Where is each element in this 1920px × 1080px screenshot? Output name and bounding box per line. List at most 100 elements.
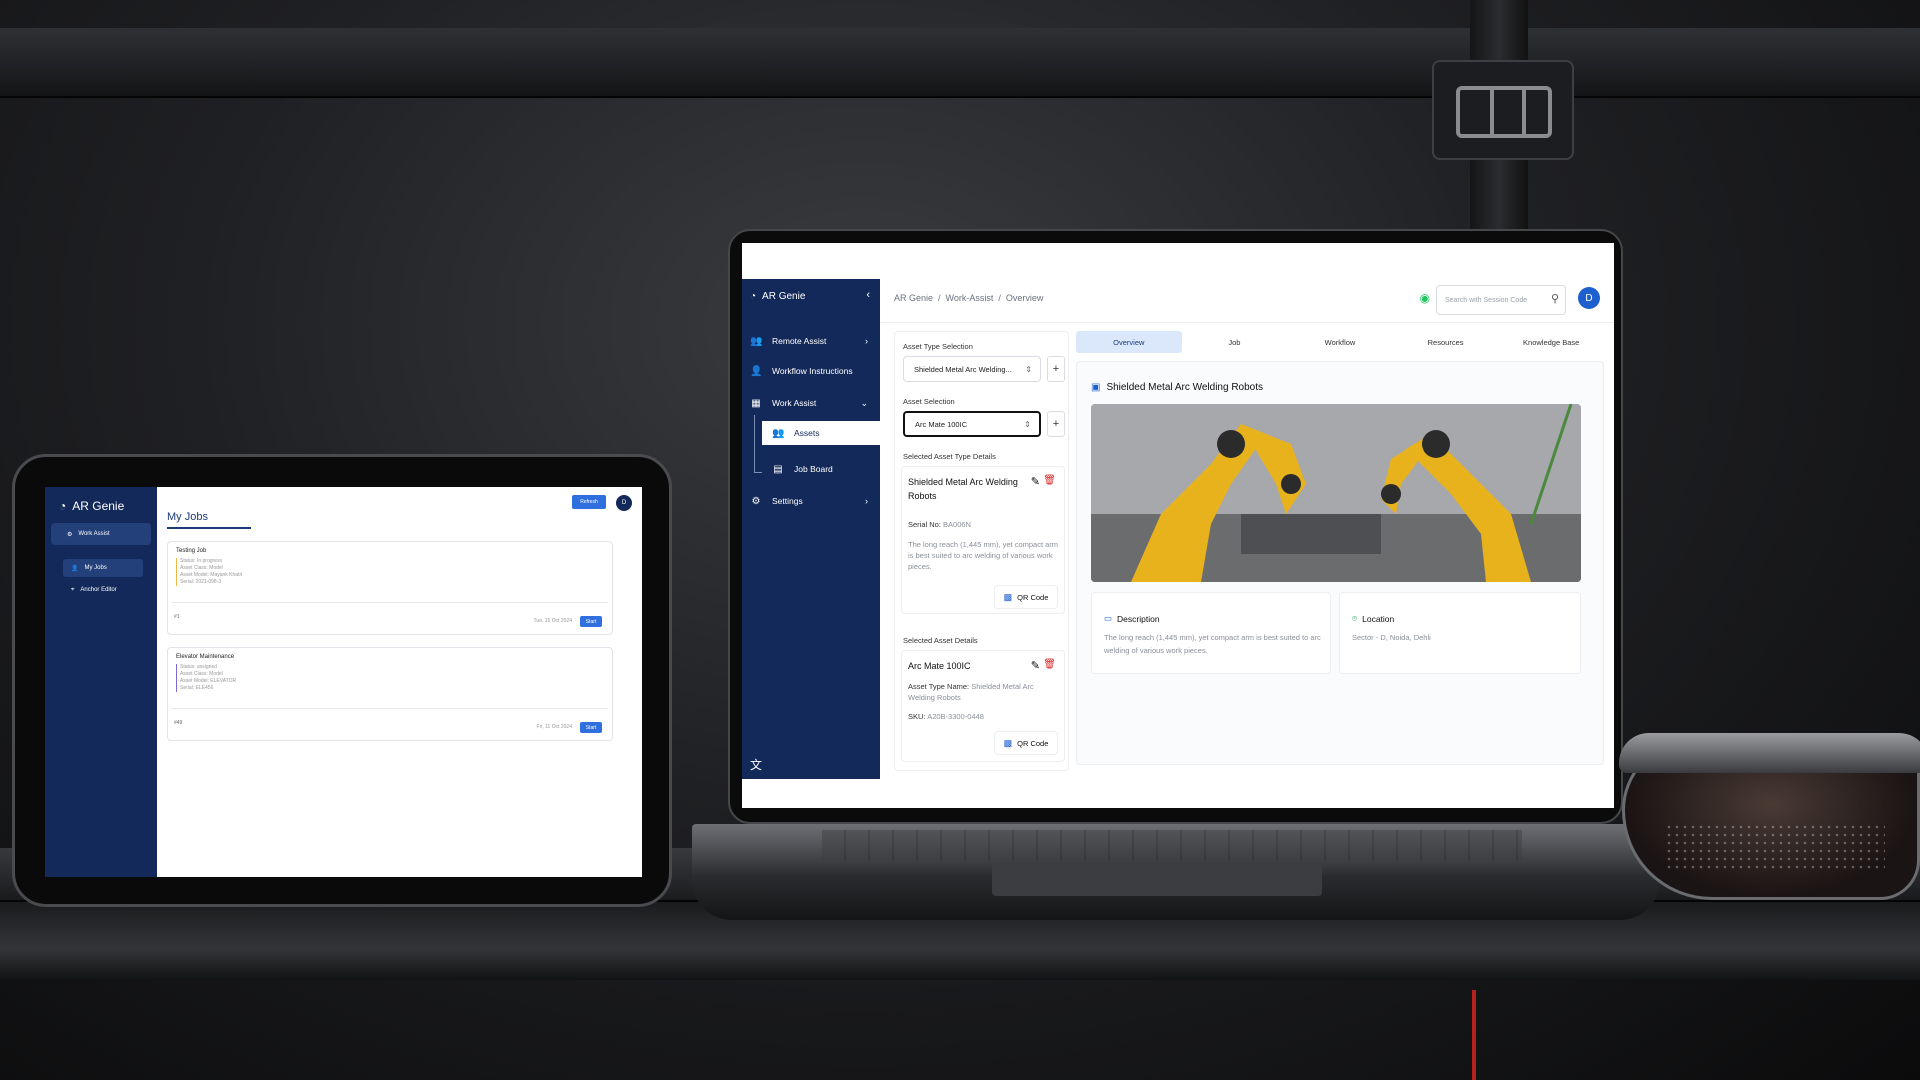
overview-title-row: ▣ Shielded Metal Arc Welding Robots <box>1091 382 1263 393</box>
tab-job[interactable]: Job <box>1182 331 1288 353</box>
asset-type-name-row: Asset Type Name: Shielded Metal Arc Weld… <box>908 681 1060 703</box>
up-down-icon: ⇕ <box>1025 364 1032 374</box>
user-add-icon: 👤 <box>71 565 79 572</box>
sidebar-item-label: Workflow Instructions <box>772 366 853 376</box>
user-pair-icon: 👥 <box>772 427 785 439</box>
job-meta: Status: assigned Asset Class: Model Asse… <box>176 664 236 692</box>
nav-tree-line <box>754 415 762 473</box>
job-card[interactable]: Testing Job Status: In progress Asset Cl… <box>167 541 613 635</box>
edit-icon[interactable]: ✎ <box>1031 475 1040 488</box>
app-logo[interactable]: ◔ AR Genie <box>750 291 805 302</box>
job-card[interactable]: Elevator Maintenance Status: assigned As… <box>167 647 613 741</box>
edit-icon[interactable]: ✎ <box>1031 659 1040 672</box>
tablet-device: ◔ AR Genie ⚙ Work Assist 👤 My Jobs ⌖ Anc… <box>12 454 672 907</box>
tablet-nav-my-jobs[interactable]: 👤 My Jobs <box>63 559 143 577</box>
qr-icon: ▩ <box>1003 591 1013 602</box>
tablet-nav-anchor-editor-label: Anchor Editor <box>80 587 117 593</box>
tab-overview[interactable]: Overview <box>1076 331 1182 353</box>
job-meta: Status: In progress Asset Class: Model A… <box>176 558 242 586</box>
description-heading: ▭ Description <box>1104 613 1160 624</box>
tab-bar: Overview Job Workflow Resources Knowledg… <box>1076 331 1604 353</box>
tablet-page-title: My Jobs <box>167 511 251 529</box>
asset-type-title: Shielded Metal Arc Welding Robots <box>908 477 1018 501</box>
asset-type-value: Shielded Metal Arc Welding... <box>914 364 1012 374</box>
genie-logo-icon: ◔ <box>750 291 757 302</box>
trackpad <box>992 862 1322 896</box>
asset-value: Arc Mate 100IC <box>915 419 968 429</box>
location-card: ⌾ Location Sector - D, Noida, Dehli <box>1339 592 1581 674</box>
tablet-work-assist-button[interactable]: ⚙ Work Assist <box>51 523 151 545</box>
tab-knowledge-base[interactable]: Knowledge Base <box>1498 331 1604 353</box>
user-gear-icon: 👤 <box>750 365 763 377</box>
refresh-button[interactable]: Refresh <box>572 495 606 509</box>
sidebar-item-workflow-instructions[interactable]: 👤 Workflow Instructions <box>742 359 880 383</box>
overview-content: ▣ Shielded Metal Arc Welding Robots ▭ De… <box>1076 361 1604 765</box>
asset-select[interactable]: Arc Mate 100IC ⇕ <box>903 411 1041 437</box>
top-shelf-rail <box>0 28 1920 98</box>
start-button[interactable]: Start <box>580 722 602 733</box>
type-details-label: Selected Asset Type Details <box>903 452 996 461</box>
sku-label: SKU: <box>908 712 926 721</box>
qr-code-button[interactable]: ▩ QR Code <box>994 585 1058 609</box>
job-date: Tue, 15 Oct 2024 <box>533 618 572 624</box>
location-heading: ⌾ Location <box>1352 613 1394 624</box>
qr-icon: ▩ <box>1003 737 1013 748</box>
tablet-nav-anchor-editor[interactable]: ⌖ Anchor Editor <box>63 581 143 599</box>
sidebar-item-remote-assist[interactable]: 👥 Remote Assist › <box>742 329 880 353</box>
breadcrumb[interactable]: AR Genie / Work-Assist / Overview <box>894 293 1043 303</box>
wifi-icon: ◉ <box>1419 291 1430 305</box>
background-scene: ◔ AR Genie ⚙ Work Assist 👤 My Jobs ⌖ Anc… <box>0 0 1920 1080</box>
asset-type-description: The long reach (1,445 mm), yet compact a… <box>908 540 1059 571</box>
asset-type-label: Asset Type Selection <box>903 342 973 351</box>
document-icon: ▭ <box>1104 613 1113 623</box>
calendar-icon: ▣ <box>1091 382 1101 393</box>
tablet-app-name: AR Genie <box>72 499 125 513</box>
divider <box>172 602 608 603</box>
sidebar-item-work-assist[interactable]: ▦ Work Assist ⌄ <box>742 391 880 415</box>
map-pin-icon: ⌾ <box>1352 613 1358 623</box>
avatar[interactable]: D <box>1578 287 1600 309</box>
sidebar-item-settings[interactable]: ⚙ Settings › <box>742 489 880 513</box>
grid-icon: ▦ <box>751 397 761 409</box>
sidebar-item-job-board[interactable]: ▤ Job Board <box>762 457 880 481</box>
search-input[interactable]: Search with Session Code ⚲ <box>1436 285 1566 315</box>
asset-details-label: Selected Asset Details <box>903 636 978 645</box>
job-name: Testing Job <box>176 548 207 554</box>
add-asset-type-button[interactable]: + <box>1047 356 1065 382</box>
asset-selection-panel: Asset Type Selection Shielded Metal Arc … <box>894 331 1069 771</box>
laptop-screen: ◔ AR Genie ‹ 👥 Remote Assist › 👤 Workflo… <box>742 243 1614 808</box>
anchor-icon: ⌖ <box>71 586 75 593</box>
trash-icon[interactable]: 🗑 <box>1043 659 1056 670</box>
job-name: Elevator Maintenance <box>176 654 235 660</box>
gear-icon: ⚙ <box>751 495 761 507</box>
laptop-device: ◔ AR Genie ‹ 👥 Remote Assist › 👤 Workflo… <box>728 229 1623 824</box>
sidebar-item-assets[interactable]: 👥 Assets <box>762 421 880 445</box>
tablet-logo[interactable]: ◔ AR Genie <box>59 499 124 513</box>
translate-icon[interactable]: 文 <box>750 756 762 773</box>
tablet-avatar[interactable]: D <box>616 495 632 511</box>
tab-workflow[interactable]: Workflow <box>1287 331 1393 353</box>
qr-code-button[interactable]: ▩ QR Code <box>994 731 1058 755</box>
serial-row: Serial No: BA006N <box>908 519 1060 530</box>
description-card: ▭ Description The long reach (1,445 mm),… <box>1091 592 1331 674</box>
asset-label: Asset Selection <box>903 397 955 406</box>
asset-type-select[interactable]: Shielded Metal Arc Welding... ⇕ <box>903 356 1041 382</box>
tablet-main: My Jobs Refresh D Testing Job Status: In… <box>157 487 642 877</box>
visor-texture <box>1665 823 1885 873</box>
start-button[interactable]: Start <box>580 616 602 627</box>
users-icon: 👥 <box>750 335 763 347</box>
trash-icon[interactable]: 🗑 <box>1043 475 1056 486</box>
qr-label: QR Code <box>1017 738 1049 748</box>
tablet-sidebar: ◔ AR Genie ⚙ Work Assist 👤 My Jobs ⌖ Anc… <box>45 487 157 877</box>
up-down-icon: ⇕ <box>1024 419 1031 429</box>
app-name: AR Genie <box>762 291 806 302</box>
divider <box>172 708 608 709</box>
serial-value: BA006N <box>943 520 971 529</box>
tab-resources[interactable]: Resources <box>1393 331 1499 353</box>
search-icon[interactable]: ⚲ <box>1551 292 1559 305</box>
location-title: Location <box>1362 613 1395 624</box>
add-asset-button[interactable]: + <box>1047 411 1065 437</box>
asset-type-card: Shielded Metal Arc Welding Robots ✎ 🗑 Se… <box>901 466 1065 614</box>
chevron-left-icon[interactable]: ‹ <box>866 289 870 301</box>
tablet-work-assist-label: Work Assist <box>78 531 110 537</box>
